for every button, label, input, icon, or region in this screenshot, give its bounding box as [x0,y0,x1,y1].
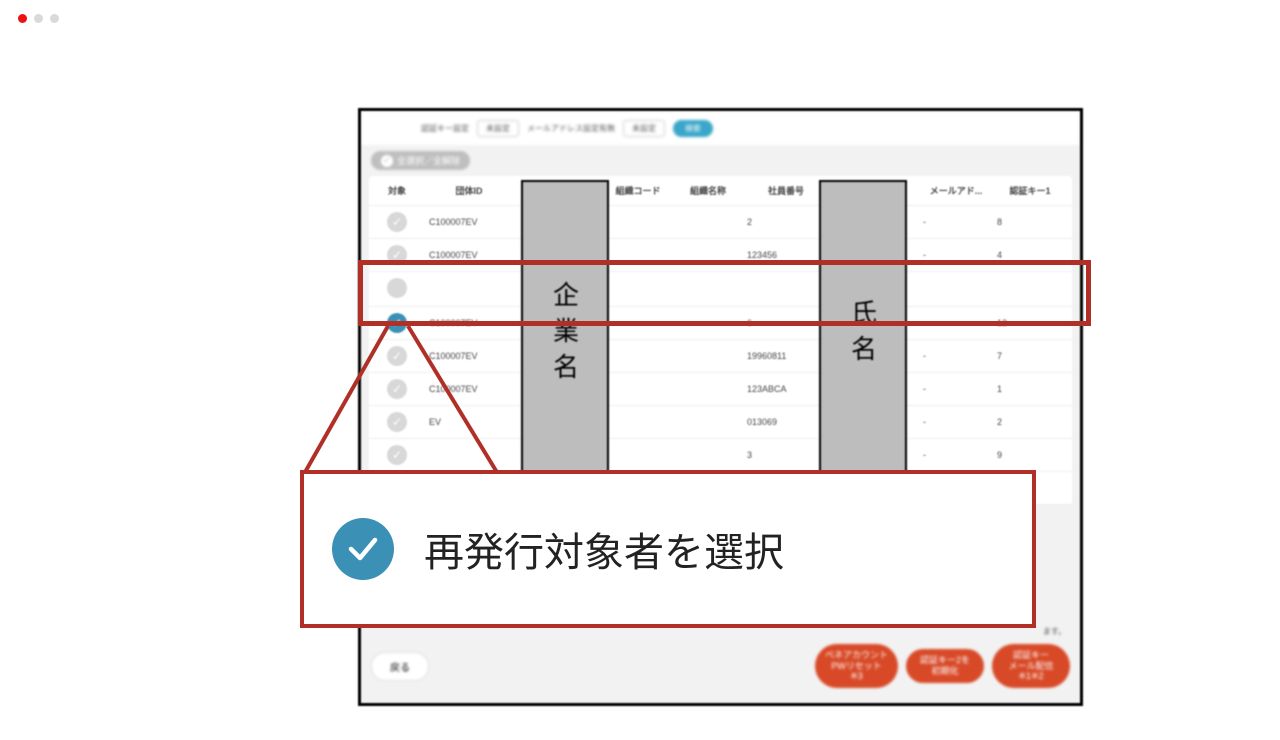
row-check-icon[interactable]: ✓ [387,313,407,333]
close-dot [18,14,27,23]
back-button[interactable]: 戻る [371,652,429,681]
cell-emp: 19960811 [743,345,829,367]
min-dot [34,14,43,23]
table-row[interactable]: ✓ C100007EV 2 - 8 [369,206,1072,239]
column-mask-name: 氏名 [819,180,907,490]
table-row[interactable] [369,272,1072,307]
cell-id: EV [425,411,513,433]
filter2-value[interactable]: 未設定 [623,120,665,137]
cell-mail [919,283,993,295]
cell-key: 7 [993,345,1067,367]
table-row[interactable]: ✓ EV 013069 - 2 [369,406,1072,439]
cell-key: 12 [993,312,1067,334]
window-controls [18,14,59,23]
cell-key: 9 [993,444,1067,466]
filter2-label: メールアドレス設定有無 [527,123,615,134]
table-row[interactable]: ✓ C100007EV 123456 - 4 [369,239,1072,272]
cell-id: C100007EV [425,211,513,233]
cell-emp: 123456 [743,244,829,266]
cell-id: C100007EV [425,312,513,334]
search-button[interactable]: 検索 [673,120,713,137]
filter1-value[interactable]: 未設定 [477,120,519,137]
callout-box: 再発行対象者を選択 [300,470,1036,628]
row-check-icon[interactable]: ✓ [387,346,407,366]
pw-reset-button[interactable]: ベネアカウント PWリセット ※3 [815,644,898,688]
cell-emp: 3 [743,444,829,466]
select-all-label: 全選択／全解除 [397,154,460,167]
col-key1: 認証キー1 [993,178,1067,203]
cell-key: 8 [993,211,1067,233]
table-row[interactable]: ✓ 3 - 9 [369,439,1072,472]
callout-text: 再発行対象者を選択 [424,520,784,578]
row-check-icon[interactable]: ✓ [387,245,407,265]
table-row[interactable]: ✓ C100007EV 6 - 12 [369,307,1072,340]
cell-mail: - [919,378,993,400]
check-icon [332,518,394,580]
key-mail-button[interactable]: 認証キー メール配信 ※1※2 [992,644,1070,688]
cell-mail: - [919,244,993,266]
cell-emp: 013069 [743,411,829,433]
table-row[interactable]: ✓ C100007EV 123ABCA - 1 [369,373,1072,406]
col-org-nm: 組織名称 [673,178,743,203]
cell-key: 4 [993,244,1067,266]
cell-mail: - [919,345,993,367]
key2-init-button[interactable]: 認証キー2を 初期化 [906,649,984,683]
cell-emp [743,283,829,295]
cell-key: 1 [993,378,1067,400]
filter1-label: 認証キー設定 [421,123,469,134]
cell-emp: 2 [743,211,829,233]
filter-bar: 認証キー設定 未設定 メールアドレス設定有無 未設定 検索 [361,111,1080,145]
column-mask-company: 企業名 [521,180,609,490]
col-group-id: 団体ID [425,178,513,203]
max-dot [50,14,59,23]
cell-mail: - [919,444,993,466]
cell-emp: 6 [743,312,829,334]
col-org-cd: 組織コード [603,178,673,203]
cell-id: C100007EV [425,244,513,266]
cell-key [993,283,1067,295]
col-mail: メールアド... [919,178,993,203]
cell-id: C100007EV [425,378,513,400]
cell-id [425,449,513,461]
row-check-icon[interactable]: ✓ [387,412,407,432]
cell-mail: - [919,411,993,433]
cell-emp: 123ABCA [743,378,829,400]
row-check-icon[interactable]: ✓ [387,379,407,399]
row-check-icon[interactable]: ✓ [387,212,407,232]
row-check-icon[interactable]: ✓ [387,445,407,465]
user-table: 対象 団体ID 団体名称 組織コード 組織名称 社員番号 氏名 メールアド...… [369,176,1072,505]
footnote: ます。 [1043,626,1066,637]
cell-mail: - [919,211,993,233]
cell-id: C100007EV [425,345,513,367]
check-icon: ✓ [381,155,393,167]
select-all-button[interactable]: ✓ 全選択／全解除 [371,151,470,170]
cell-mail: - [919,312,993,334]
cell-key: 2 [993,411,1067,433]
footer-bar: 戻る ベネアカウント PWリセット ※3 認証キー2を 初期化 認証キー メール… [361,639,1080,693]
col-target: 対象 [369,178,425,203]
table-row[interactable]: ✓ C100007EV 19960811 - 7 [369,340,1072,373]
table-header: 対象 団体ID 団体名称 組織コード 組織名称 社員番号 氏名 メールアド...… [369,176,1072,206]
row-check-icon[interactable] [387,278,407,298]
col-emp-no: 社員番号 [743,178,829,203]
cell-id [425,283,513,295]
